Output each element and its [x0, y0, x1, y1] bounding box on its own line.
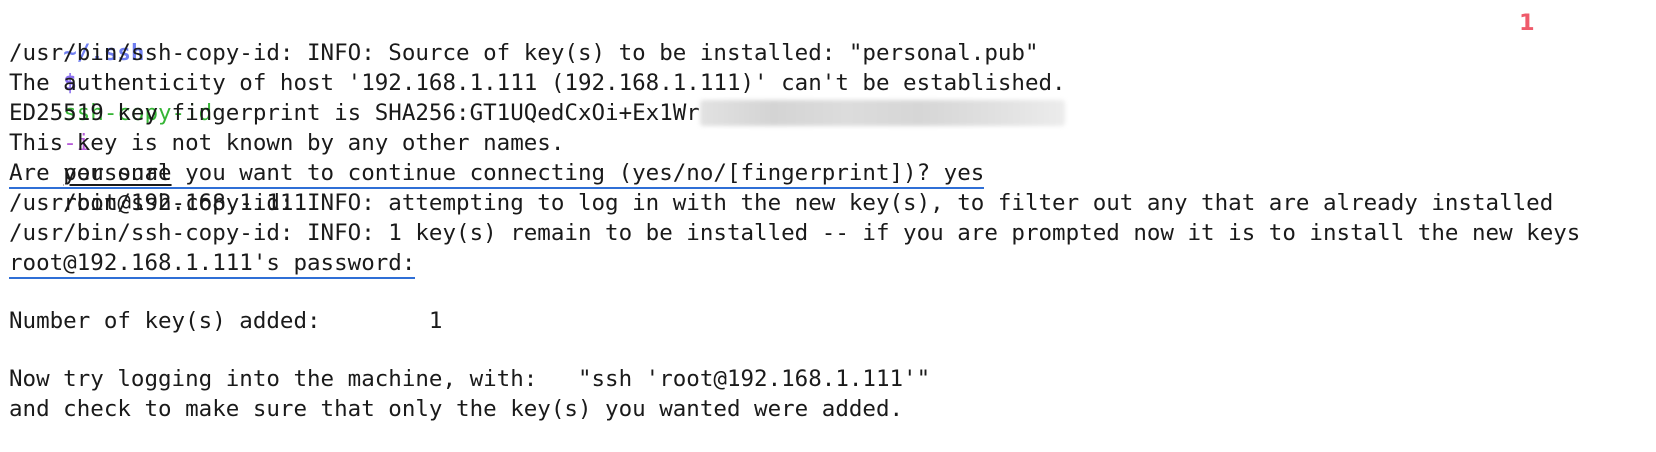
highlighted-password-prompt: root@192.168.1.111's password:	[9, 250, 416, 279]
output-line-authenticity: The authenticity of host '192.168.1.111 …	[9, 70, 1066, 96]
background-job-count: 1	[1519, 10, 1535, 36]
output-line-source: /usr/bin/ssh-copy-id: INFO: Source of ke…	[9, 40, 1039, 66]
output-line-remain: /usr/bin/ssh-copy-id: INFO: 1 key(s) rem…	[9, 220, 1581, 246]
output-line-keys-added: Number of key(s) added: 1	[9, 308, 443, 334]
terminal-output[interactable]: ~/.ssh $ ssh-copy-id -i personal root@19…	[9, 8, 1656, 424]
output-line-password: root@192.168.1.111's password:	[9, 248, 1656, 279]
output-line-confirm: Are you sure you want to continue connec…	[9, 158, 1656, 189]
output-line-fingerprint: ED25519 key fingerprint is SHA256:GT1UQe…	[9, 98, 1656, 128]
command-prompt-line: ~/.ssh $ ssh-copy-id -i personal root@19…	[9, 8, 1656, 216]
output-line-check: and check to make sure that only the key…	[9, 396, 904, 422]
fingerprint-text: ED25519 key fingerprint is SHA256:GT1UQe…	[9, 100, 700, 126]
highlighted-confirm-text: Are you sure you want to continue connec…	[9, 160, 985, 189]
output-line-attempting: /usr/bin/ssh-copy-id: INFO: attempting t…	[9, 190, 1554, 216]
output-line-try-login: Now try logging into the machine, with: …	[9, 366, 931, 392]
redacted-fingerprint	[699, 100, 1065, 126]
output-line-not-known: This key is not known by any other names…	[9, 130, 565, 156]
